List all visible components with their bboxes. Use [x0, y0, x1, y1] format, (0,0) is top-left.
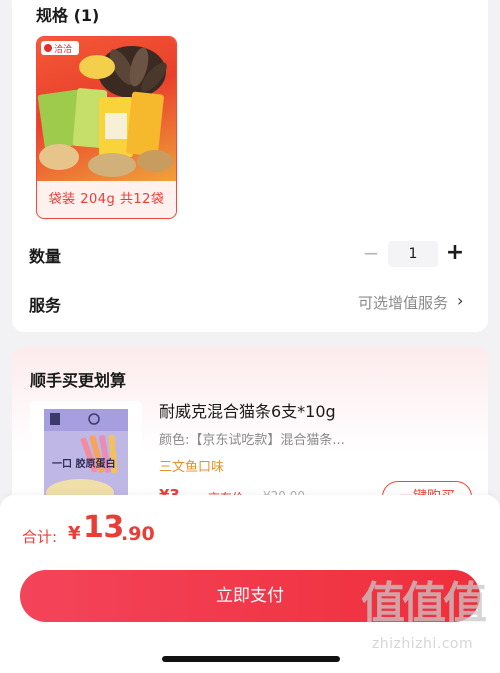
snack-package-illustration: 洽洽 — [37, 41, 173, 177]
quantity-input[interactable]: 1 — [388, 241, 438, 267]
total-price-integer: 13 — [83, 510, 124, 545]
quantity-label: 数量 — [29, 247, 62, 266]
brand-logo-text: 洽洽 — [54, 43, 72, 55]
watermark-logo: 值值值 — [361, 578, 487, 629]
package-text: 一口 胶原蛋白 — [52, 457, 115, 470]
quantity-increase-button[interactable]: + — [445, 240, 465, 266]
spec-option-tile[interactable]: 洽洽 袋装 204g 共12袋 — [36, 36, 177, 219]
bundle-section-title: 顺手买更划算 — [30, 371, 127, 390]
value-added-service-link[interactable]: 可选增值服务 — [358, 292, 448, 313]
cat-treat-package-illustration: 一口 胶原蛋白 — [44, 409, 128, 509]
bundle-product-name[interactable]: 耐威克混合猫条6支*10g — [159, 398, 336, 422]
bundle-product-flavor: 三文鱼口味 — [159, 460, 225, 475]
home-indicator[interactable] — [162, 656, 340, 662]
quantity-decrease-button[interactable]: − — [361, 240, 381, 266]
spec-section-title: 规格 (1) — [36, 6, 100, 25]
watermark-url: zhizhizhi.com — [371, 636, 474, 652]
bundle-product-variant: 颜色:【京东试吃款】混合猫条... — [159, 433, 345, 448]
bundle-product-image[interactable]: 一口 胶原蛋白 — [30, 401, 142, 509]
total-currency: ¥ — [68, 523, 81, 544]
watermark: 值值值 zhizhizhi.com — [350, 580, 495, 665]
service-label: 服务 — [29, 296, 62, 315]
chevron-right-icon[interactable]: › — [457, 291, 463, 310]
total-price-decimal: .90 — [121, 523, 155, 545]
total-label: 合计: — [22, 528, 58, 546]
checkout-bar: 合计: ¥ 13 .90 立即支付 值值值 zhizhizhi.com — [0, 495, 500, 673]
spec-option-label: 袋装 204g 共12袋 — [48, 192, 165, 207]
spec-product-image: 洽洽 — [37, 37, 176, 181]
